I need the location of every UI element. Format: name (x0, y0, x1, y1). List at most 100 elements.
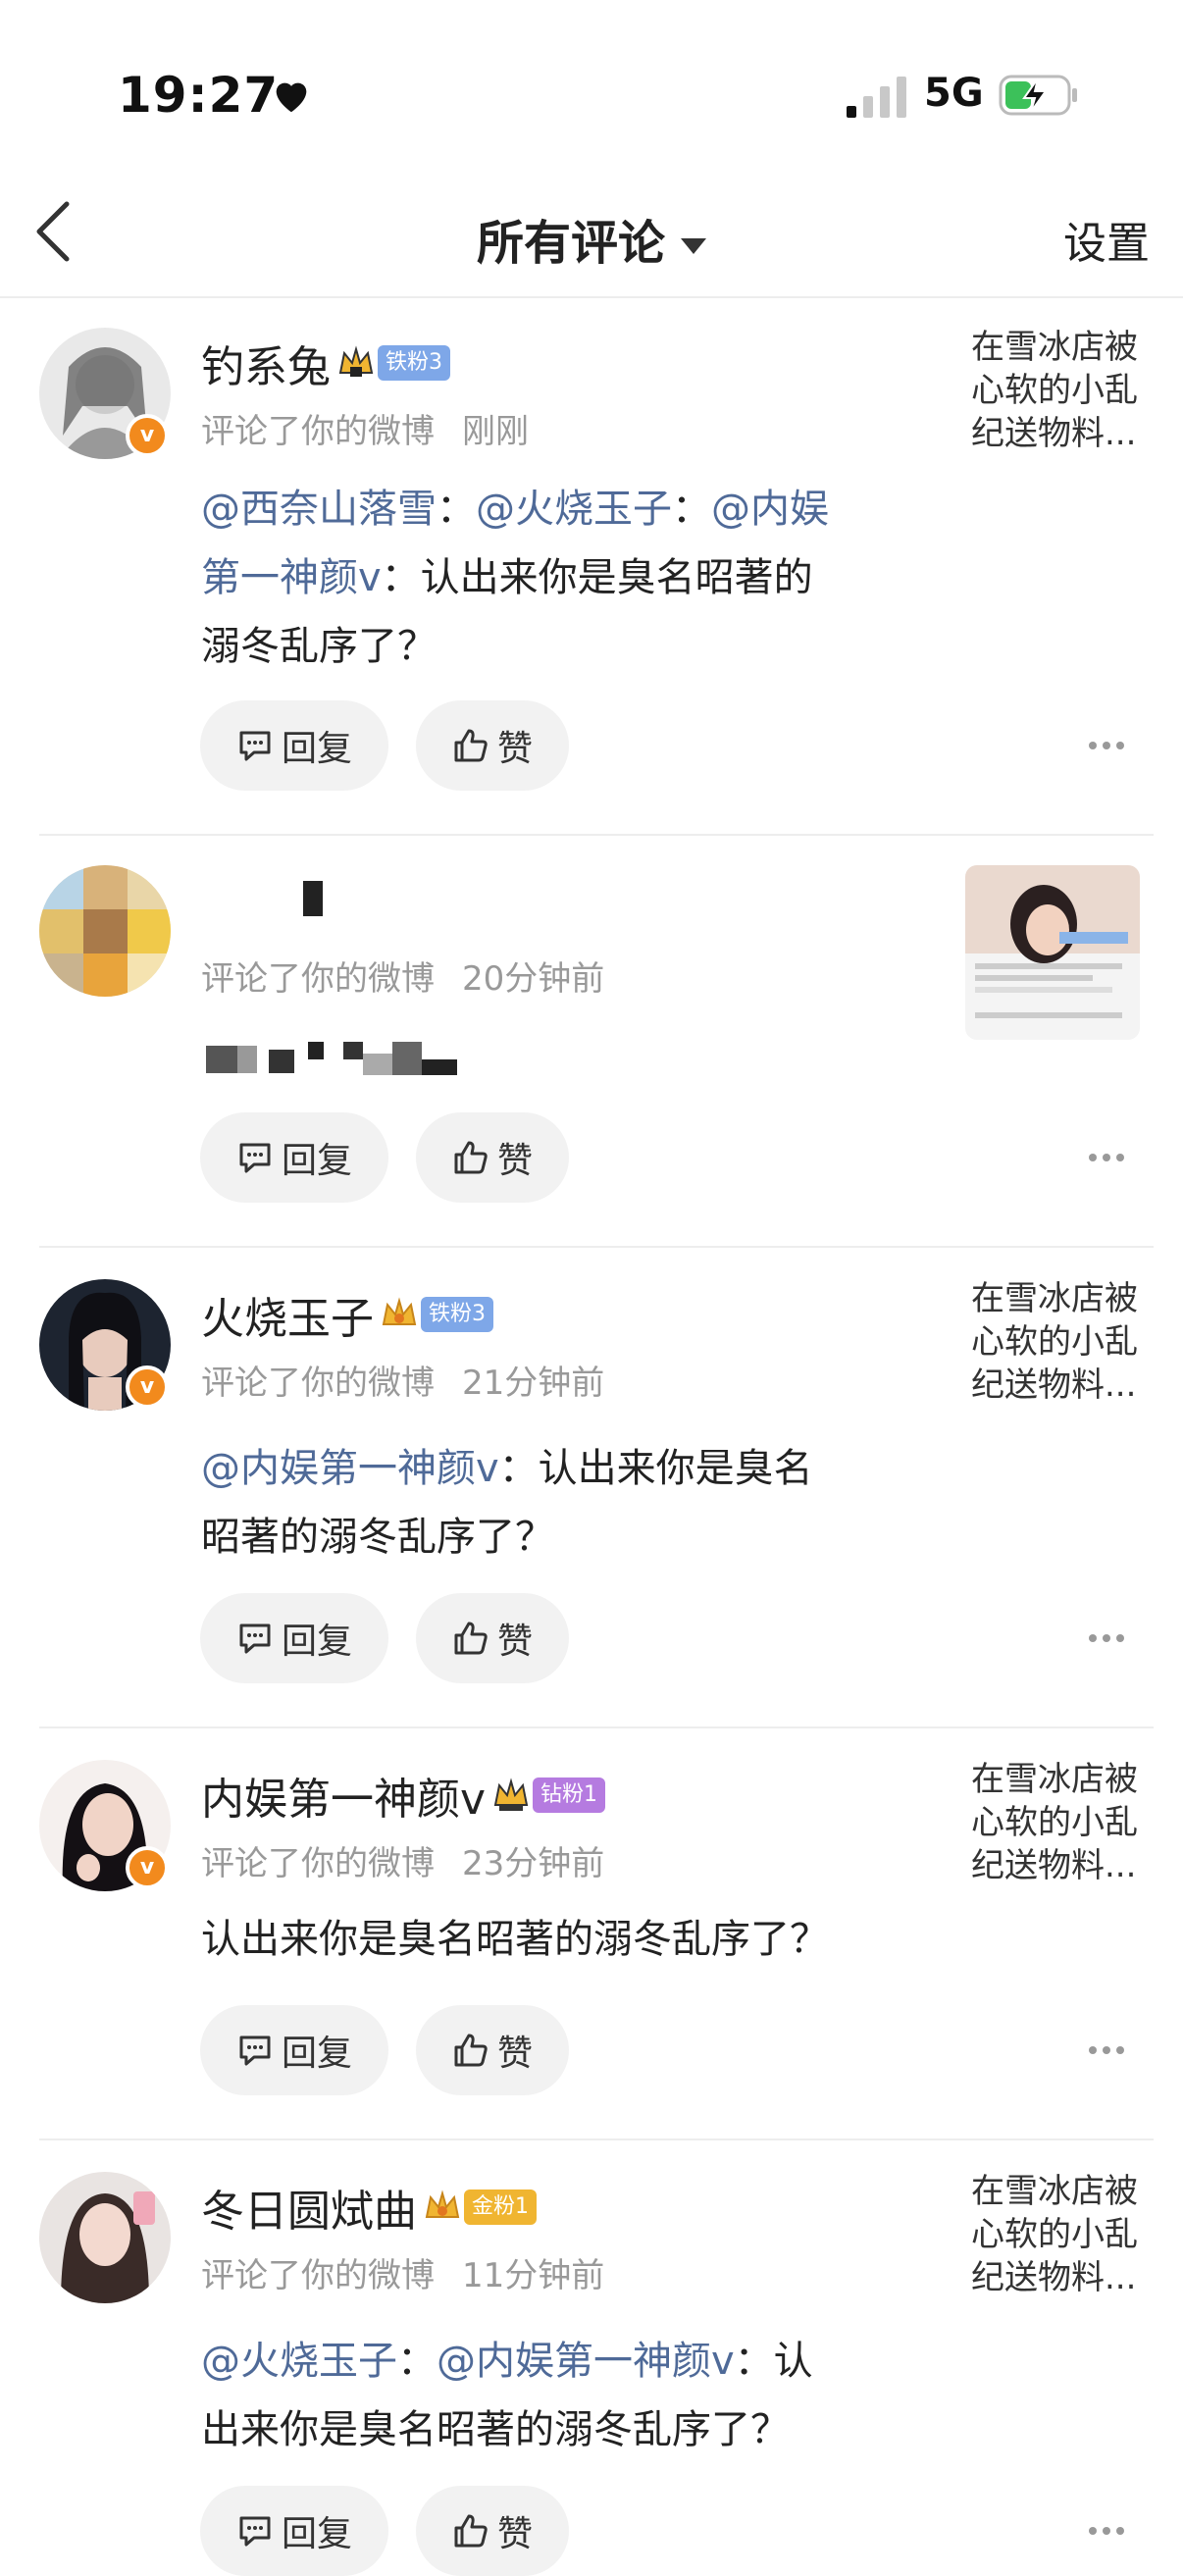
commenter-name[interactable]: 冬日圆烒曲 金粉1 (201, 2176, 537, 2239)
comment-meta: 评论了你的微博 刚刚 (201, 404, 529, 452)
comment-item[interactable]: v 内娱第一神颜v 钻粉1 评论了你的微博 23分钟前 认出来你是臭名昭著的溺冬乱… (0, 1728, 1183, 2140)
preview-line: 心软的小乱 (971, 1803, 1138, 1842)
pixelated-name (303, 881, 323, 916)
mention-link[interactable]: @火烧玉子 (201, 2339, 397, 2384)
action-text: 评论了你的微博 (201, 412, 435, 451)
nav-bar: 所有评论 设置 (0, 167, 1183, 298)
avatar[interactable] (39, 2172, 171, 2303)
commenter-name[interactable]: 内娱第一神颜v 钻粉1 (201, 1764, 606, 1827)
mention-link[interactable]: @内娱 (711, 487, 829, 532)
preview-line: 心软的小乱 (971, 1322, 1138, 1362)
more-options-icon[interactable] (1089, 1633, 1124, 1643)
preview-line: 纪送物料... (971, 414, 1137, 453)
timestamp: 11分钟前 (462, 2256, 605, 2295)
action-text: 评论了你的微博 (201, 1844, 435, 1883)
text-segment: ：认 (734, 2339, 813, 2384)
thumbs-up-icon (454, 1141, 488, 1174)
fan-badge: 钻粉1 (533, 1777, 606, 1813)
text-segment: 认出来你是臭名昭著的溺冬乱序了？ (201, 1917, 829, 1962)
text-segment: 昭著的溺冬乱序了？ (201, 1515, 554, 1560)
like-button[interactable]: 赞 (416, 700, 569, 791)
thumbs-up-icon (454, 2514, 488, 2548)
preview-line: 在雪冰店被 (971, 328, 1138, 367)
mention-link[interactable]: @西奈山落雪 (201, 487, 437, 532)
more-options-icon[interactable] (1089, 2045, 1124, 2055)
timestamp: 23分钟前 (462, 1844, 605, 1883)
comment-text: @西奈山落雪：@火烧玉子：@内娱 第一神颜v：认出来你是臭名昭著的 溺冬乱序了？ (201, 475, 927, 681)
reply-icon (239, 2516, 271, 2547)
action-text: 评论了你的微博 (201, 2256, 435, 2295)
weibo-preview[interactable]: 在雪冰店被 心软的小乱 纪送物料... (971, 326, 1148, 455)
fan-badge: 金粉1 (464, 2190, 537, 2225)
reply-button[interactable]: 回复 (200, 1593, 388, 1683)
comment-item[interactable]: v 火烧玉子 铁粉3 评论了你的微博 21分钟前 @内娱第一神颜v：认出来你是臭名… (0, 1248, 1183, 1728)
mention-link[interactable]: 第一神颜v (201, 555, 382, 600)
text-segment: ： (437, 487, 476, 532)
text-segment: ：认出来你是臭名 (498, 1446, 813, 1491)
like-button[interactable]: 赞 (416, 2486, 569, 2576)
preview-line: 纪送物料... (971, 1846, 1137, 1885)
weibo-preview[interactable]: 在雪冰店被 心软的小乱 纪送物料... (971, 1758, 1148, 1887)
commenter-name-text: 内娱第一神颜v (201, 1775, 487, 1825)
comment-text: 认出来你是臭名昭著的溺冬乱序了？ (201, 1905, 927, 1974)
more-options-icon[interactable] (1089, 1153, 1124, 1162)
comment-meta: 评论了你的微博 20分钟前 (201, 952, 604, 1000)
nav-title-dropdown[interactable]: 所有评论 (0, 204, 1183, 273)
text-segment: ：认出来你是臭名昭著的 (381, 555, 813, 600)
mention-link[interactable]: @火烧玉子 (476, 487, 672, 532)
network-type: 5G (924, 71, 984, 116)
preview-line: 心软的小乱 (971, 2215, 1138, 2254)
preview-line: 在雪冰店被 (971, 1760, 1138, 1799)
thumbs-up-icon (454, 2034, 488, 2067)
like-button[interactable]: 赞 (416, 2005, 569, 2095)
fan-badge: 铁粉3 (378, 345, 450, 381)
avatar[interactable] (39, 865, 171, 997)
reply-icon (239, 2035, 271, 2066)
weibo-preview[interactable]: 在雪冰店被 心软的小乱 纪送物料... (971, 1277, 1148, 1407)
status-time: 19:27 (118, 67, 280, 124)
commenter-name-text: 火烧玉子 (201, 1294, 374, 1344)
comment-meta: 评论了你的微博 21分钟前 (201, 1356, 604, 1404)
preview-line: 在雪冰店被 (971, 1279, 1138, 1318)
reply-button[interactable]: 回复 (200, 2486, 388, 2576)
like-button[interactable]: 赞 (416, 1593, 569, 1683)
timestamp: 刚刚 (462, 412, 529, 451)
verified-badge-icon: v (126, 1365, 169, 1409)
weibo-preview[interactable]: 在雪冰店被 心软的小乱 纪送物料... (971, 2170, 1148, 2299)
text-segment: ： (672, 487, 711, 532)
settings-button[interactable]: 设置 (1063, 208, 1150, 271)
comment-item[interactable]: v 钓系兔 铁粉3 评论了你的微博 刚刚 @西奈山落雪：@火烧玉子：@内娱 第一神颜… (0, 296, 1183, 836)
text-segment: 出来你是臭名昭著的溺冬乱序了？ (201, 2407, 790, 2452)
reply-button[interactable]: 回复 (200, 2005, 388, 2095)
mention-link[interactable]: @内娱第一神颜v (437, 2339, 735, 2384)
preview-line: 在雪冰店被 (971, 2172, 1138, 2211)
comment-text: @内娱第一神颜v：认出来你是臭名昭著的溺冬乱序了？ (201, 1434, 927, 1571)
more-options-icon[interactable] (1089, 741, 1124, 750)
action-text: 评论了你的微博 (201, 1364, 435, 1403)
thumbs-up-icon (454, 729, 488, 762)
caret-down-icon (681, 238, 706, 254)
weibo-thumbnail[interactable] (965, 865, 1140, 1040)
comment-item[interactable]: 冬日圆烒曲 金粉1 评论了你的微博 11分钟前 @火烧玉子：@内娱第一神颜v：认出… (0, 2140, 1183, 2576)
verified-badge-icon: v (126, 1846, 169, 1889)
reply-icon (239, 1143, 271, 1173)
comment-item[interactable]: 评论了你的微博 20分钟前 回复 赞 (0, 836, 1183, 1248)
verified-badge-icon: v (126, 414, 169, 457)
reply-label: 回复 (281, 1141, 352, 1181)
signal-icon (847, 77, 906, 118)
timestamp: 20分钟前 (462, 959, 605, 999)
preview-line: 纪送物料... (971, 2258, 1137, 2297)
thumbs-up-icon (454, 1622, 488, 1655)
reply-button[interactable]: 回复 (200, 1112, 388, 1203)
reply-label: 回复 (281, 729, 352, 769)
commenter-name[interactable]: 钓系兔 铁粉3 (201, 332, 450, 394)
mention-link[interactable]: @内娱第一神颜v (201, 1446, 499, 1491)
reply-label: 回复 (281, 2514, 352, 2554)
battery-charging-icon (999, 75, 1077, 116)
reply-button[interactable]: 回复 (200, 700, 388, 791)
comment-text: @火烧玉子：@内娱第一神颜v：认 出来你是臭名昭著的溺冬乱序了？ (201, 2327, 927, 2464)
commenter-name[interactable]: 火烧玉子 铁粉3 (201, 1283, 493, 1346)
like-button[interactable]: 赞 (416, 1112, 569, 1203)
more-options-icon[interactable] (1089, 2526, 1124, 2536)
like-label: 赞 (496, 2034, 533, 2074)
